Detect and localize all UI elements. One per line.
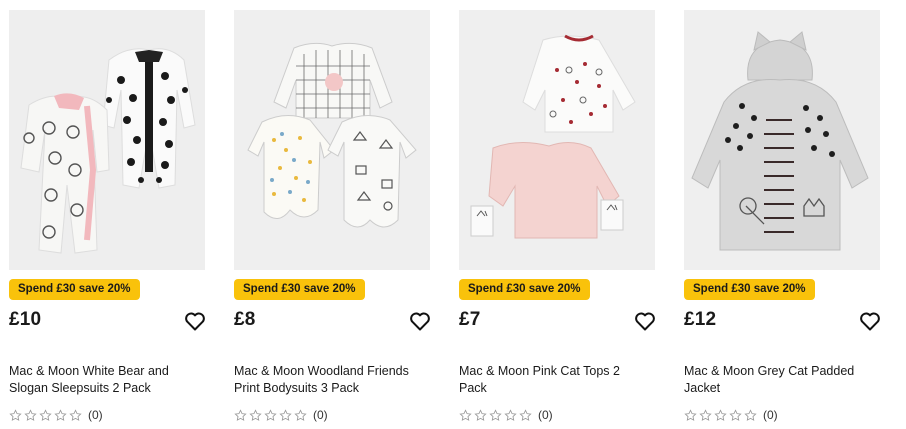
promo-badge[interactable]: Spend £30 save 20% <box>234 279 365 300</box>
star-icon <box>249 408 262 421</box>
product-card[interactable]: Spend £30 save 20% £10 Mac & Moon White … <box>9 10 205 429</box>
star-icon <box>714 408 727 421</box>
product-card[interactable]: Spend £30 save 20% £8 Mac & Moon Woodlan… <box>234 10 430 429</box>
star-icon <box>279 408 292 421</box>
star-icon <box>39 408 52 421</box>
product-image[interactable] <box>459 10 655 270</box>
star-icon <box>264 408 277 421</box>
product-rating[interactable]: (0) <box>234 407 328 423</box>
rating-count: (0) <box>538 408 553 422</box>
rating-count: (0) <box>763 408 778 422</box>
star-icon <box>69 408 82 421</box>
star-icon <box>519 408 532 421</box>
product-image[interactable] <box>234 10 430 270</box>
product-rating[interactable]: (0) <box>684 407 778 423</box>
product-title[interactable]: Mac & Moon Pink Cat Tops 2 Pack <box>459 363 639 397</box>
star-icon <box>24 408 37 421</box>
cat-tops-illustration <box>459 10 655 270</box>
star-icon <box>729 408 742 421</box>
product-card[interactable]: Spend £30 save 20% £12 Mac & Moon Grey C… <box>684 10 880 429</box>
padded-jacket-illustration <box>684 10 880 270</box>
product-title[interactable]: Mac & Moon Woodland Friends Print Bodysu… <box>234 363 414 397</box>
star-icon <box>744 408 757 421</box>
product-title[interactable]: Mac & Moon White Bear and Slogan Sleepsu… <box>9 363 189 397</box>
product-price: £7 <box>459 309 481 330</box>
star-icon <box>489 408 502 421</box>
promo-badge[interactable]: Spend £30 save 20% <box>684 279 815 300</box>
heart-icon[interactable] <box>633 309 657 333</box>
star-icon <box>684 408 697 421</box>
rating-count: (0) <box>313 408 328 422</box>
star-icon <box>294 408 307 421</box>
product-price: £10 <box>9 309 42 330</box>
heart-icon[interactable] <box>408 309 432 333</box>
promo-badge[interactable]: Spend £30 save 20% <box>459 279 590 300</box>
star-icon <box>504 408 517 421</box>
product-title[interactable]: Mac & Moon Grey Cat Padded Jacket <box>684 363 864 397</box>
heart-icon[interactable] <box>183 309 207 333</box>
rating-count: (0) <box>88 408 103 422</box>
product-rating[interactable]: (0) <box>9 407 103 423</box>
star-icon <box>9 408 22 421</box>
product-rating[interactable]: (0) <box>459 407 553 423</box>
sleepsuits-illustration <box>9 10 205 270</box>
product-price: £12 <box>684 309 717 330</box>
product-price: £8 <box>234 309 256 330</box>
bodysuits-illustration <box>234 10 430 270</box>
promo-badge[interactable]: Spend £30 save 20% <box>9 279 140 300</box>
product-image[interactable] <box>9 10 205 270</box>
star-icon <box>54 408 67 421</box>
heart-icon[interactable] <box>858 309 882 333</box>
star-icon <box>699 408 712 421</box>
star-icon <box>474 408 487 421</box>
star-icon <box>459 408 472 421</box>
product-image[interactable] <box>684 10 880 270</box>
star-icon <box>234 408 247 421</box>
product-card[interactable]: Spend £30 save 20% £7 Mac & Moon Pink Ca… <box>459 10 655 429</box>
